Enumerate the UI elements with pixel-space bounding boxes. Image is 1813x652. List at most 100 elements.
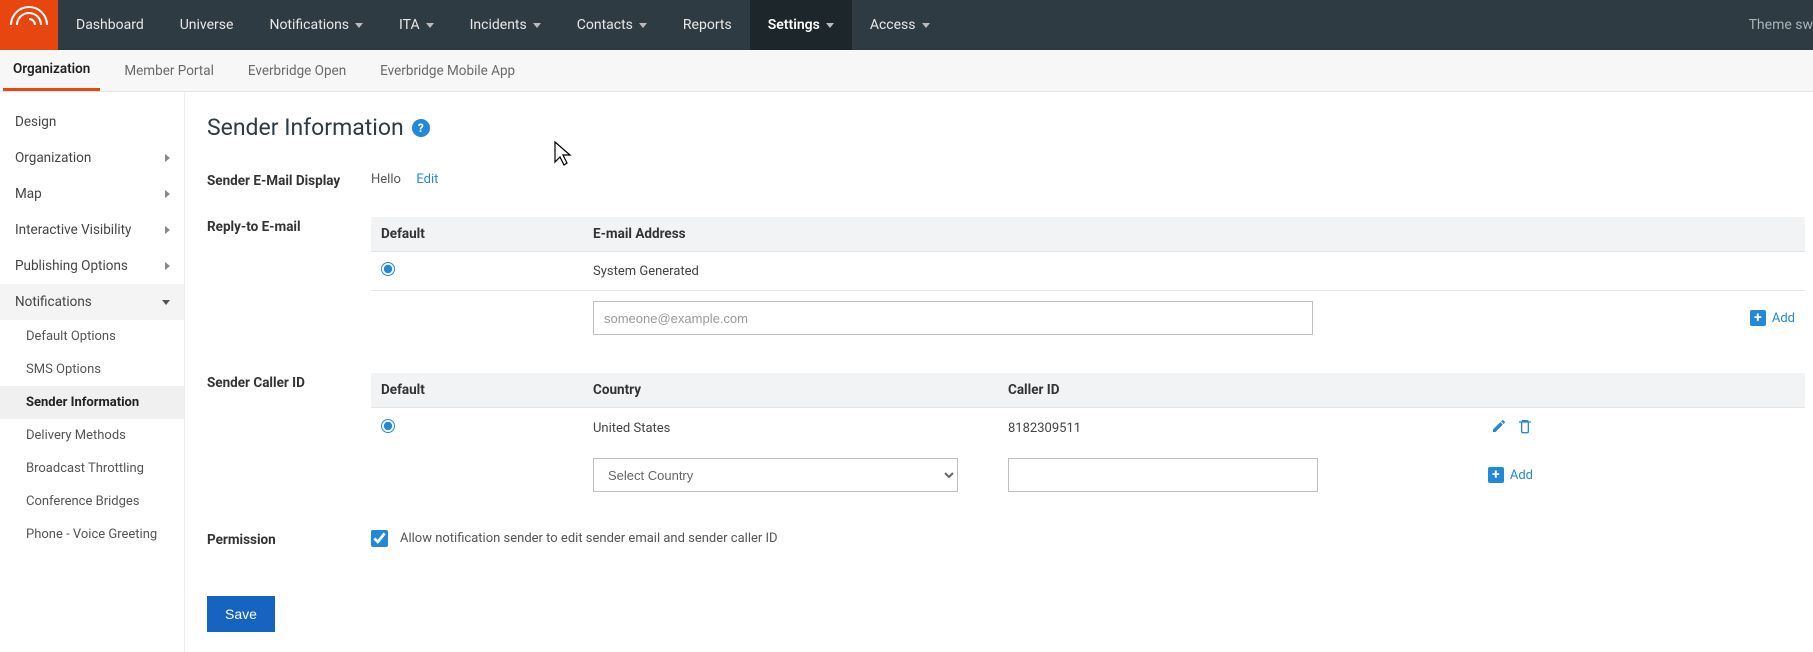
sidebar-item-label: Broadcast Throttling	[26, 461, 144, 476]
sidebar-item-label: Design	[15, 114, 56, 130]
nav-label: Notifications	[269, 17, 349, 33]
sidebar-sub-conference-bridges[interactable]: Conference Bridges	[0, 485, 184, 518]
replyto-input-row: + Add	[371, 291, 1805, 345]
label-sender-email-display: Sender E-Mail Display	[207, 171, 371, 189]
row-reply-to-email: Reply-to E-mail Default E-mail Address S…	[207, 217, 1813, 345]
chevron-right-icon	[165, 154, 170, 162]
sidebar-item-label: Interactive Visibility	[15, 222, 131, 238]
permission-checkbox[interactable]	[371, 530, 388, 547]
sidebar-item-notifications[interactable]: Notifications	[0, 284, 184, 320]
label-permission: Permission	[207, 530, 371, 548]
page-title-text: Sender Information	[207, 114, 404, 141]
nav-access[interactable]: Access	[852, 0, 948, 50]
chevron-right-icon	[165, 262, 170, 270]
help-icon[interactable]: ?	[412, 119, 430, 137]
nav-label: Universe	[180, 17, 234, 33]
sidebar-item-label: Publishing Options	[15, 258, 128, 274]
chevron-down-icon	[639, 23, 647, 28]
plus-icon[interactable]: +	[1750, 310, 1766, 326]
chevron-down-icon	[533, 23, 541, 28]
callerid-row: United States 8182309511	[371, 408, 1805, 448]
chevron-down-icon	[426, 23, 434, 28]
theme-switch[interactable]: Theme sw	[1731, 0, 1813, 50]
nav-contacts[interactable]: Contacts	[559, 0, 665, 50]
brand-logo[interactable]	[0, 0, 58, 50]
sidebar-item-map[interactable]: Map	[0, 176, 184, 212]
callerid-table-header: Default Country Caller ID	[371, 373, 1805, 408]
nav-label: Reports	[683, 17, 732, 33]
chevron-right-icon	[165, 190, 170, 198]
chevron-down-icon	[922, 23, 930, 28]
callerid-input-row: Select Country + Add	[371, 448, 1805, 502]
nav-settings[interactable]: Settings	[750, 0, 852, 50]
nav-label: Dashboard	[76, 17, 144, 33]
sidebar-item-label: SMS Options	[26, 362, 101, 377]
callerid-value: 8182309511	[1008, 421, 1423, 436]
sidebar-item-label: Sender Information	[26, 395, 139, 410]
sidebar-item-label: Default Options	[26, 329, 116, 344]
replyto-default-radio[interactable]	[381, 262, 395, 276]
country-select[interactable]: Select Country	[593, 458, 958, 492]
logo-icon	[9, 5, 49, 45]
nav-dashboard[interactable]: Dashboard	[58, 0, 162, 50]
nav-label: ITA	[399, 17, 420, 33]
sidebar-item-organization[interactable]: Organization	[0, 140, 184, 176]
sub-tabs: Organization Member Portal Everbridge Op…	[0, 50, 1813, 92]
sidebar-item-label: Conference Bridges	[26, 494, 140, 509]
tab-label: Member Portal	[124, 63, 214, 79]
col-header-country: Country	[593, 382, 1008, 398]
col-header-default: Default	[381, 382, 593, 398]
sidebar-item-label: Map	[15, 186, 42, 202]
sidebar-sub-sms-options[interactable]: SMS Options	[0, 353, 184, 386]
tab-label: Organization	[13, 61, 90, 77]
col-header-callerid: Caller ID	[1008, 382, 1423, 398]
col-header-default: Default	[381, 226, 593, 242]
sidebar: Design Organization Map Interactive Visi…	[0, 92, 185, 652]
tab-everbridge-open[interactable]: Everbridge Open	[238, 50, 356, 91]
callerid-add-link[interactable]: Add	[1510, 468, 1533, 483]
edit-link[interactable]: Edit	[416, 172, 438, 187]
permission-text: Allow notification sender to edit sender…	[400, 531, 778, 546]
edit-icon[interactable]	[1491, 418, 1507, 438]
nav-reports[interactable]: Reports	[665, 0, 750, 50]
nav-label: Settings	[768, 17, 820, 33]
nav-ita[interactable]: ITA	[381, 0, 452, 50]
chevron-down-icon	[355, 23, 363, 28]
tab-label: Everbridge Open	[248, 63, 346, 79]
sidebar-sub-default-options[interactable]: Default Options	[0, 320, 184, 353]
sidebar-sub-phone-voice-greeting[interactable]: Phone - Voice Greeting	[0, 518, 184, 551]
sidebar-item-design[interactable]: Design	[0, 104, 184, 140]
tab-organization[interactable]: Organization	[3, 50, 100, 91]
col-header-email: E-mail Address	[593, 226, 1685, 242]
sidebar-sub-sender-information[interactable]: Sender Information	[0, 386, 184, 419]
callerid-default-radio[interactable]	[381, 419, 395, 433]
nav-label: Contacts	[577, 17, 633, 33]
nav-incidents[interactable]: Incidents	[452, 0, 559, 50]
label-sender-caller-id: Sender Caller ID	[207, 373, 371, 391]
label-reply-to-email: Reply-to E-mail	[207, 217, 371, 235]
tab-member-portal[interactable]: Member Portal	[114, 50, 224, 91]
sidebar-item-label: Notifications	[15, 294, 92, 310]
theme-label: Theme sw	[1749, 17, 1813, 33]
plus-icon[interactable]: +	[1488, 467, 1504, 483]
delete-icon[interactable]	[1517, 418, 1533, 438]
sidebar-item-publishing-options[interactable]: Publishing Options	[0, 248, 184, 284]
sidebar-sub-delivery-methods[interactable]: Delivery Methods	[0, 419, 184, 452]
chevron-down-icon	[162, 300, 170, 305]
callerid-input[interactable]	[1008, 458, 1318, 492]
main-content: Sender Information ? Sender E-Mail Displ…	[185, 92, 1813, 652]
top-nav: Dashboard Universe Notifications ITA Inc…	[0, 0, 1813, 50]
sidebar-item-interactive-visibility[interactable]: Interactive Visibility	[0, 212, 184, 248]
save-button[interactable]: Save	[207, 596, 275, 632]
nav-label: Access	[870, 17, 916, 33]
tab-everbridge-mobile-app[interactable]: Everbridge Mobile App	[370, 50, 525, 91]
replyto-email-input[interactable]	[593, 301, 1313, 335]
sidebar-item-label: Organization	[15, 150, 91, 166]
nav-universe[interactable]: Universe	[162, 0, 252, 50]
replyto-add-link[interactable]: Add	[1772, 311, 1795, 326]
page-title: Sender Information ?	[207, 114, 1813, 141]
sidebar-item-label: Phone - Voice Greeting	[26, 527, 157, 542]
nav-label: Incidents	[470, 17, 527, 33]
nav-notifications[interactable]: Notifications	[251, 0, 381, 50]
sidebar-sub-broadcast-throttling[interactable]: Broadcast Throttling	[0, 452, 184, 485]
